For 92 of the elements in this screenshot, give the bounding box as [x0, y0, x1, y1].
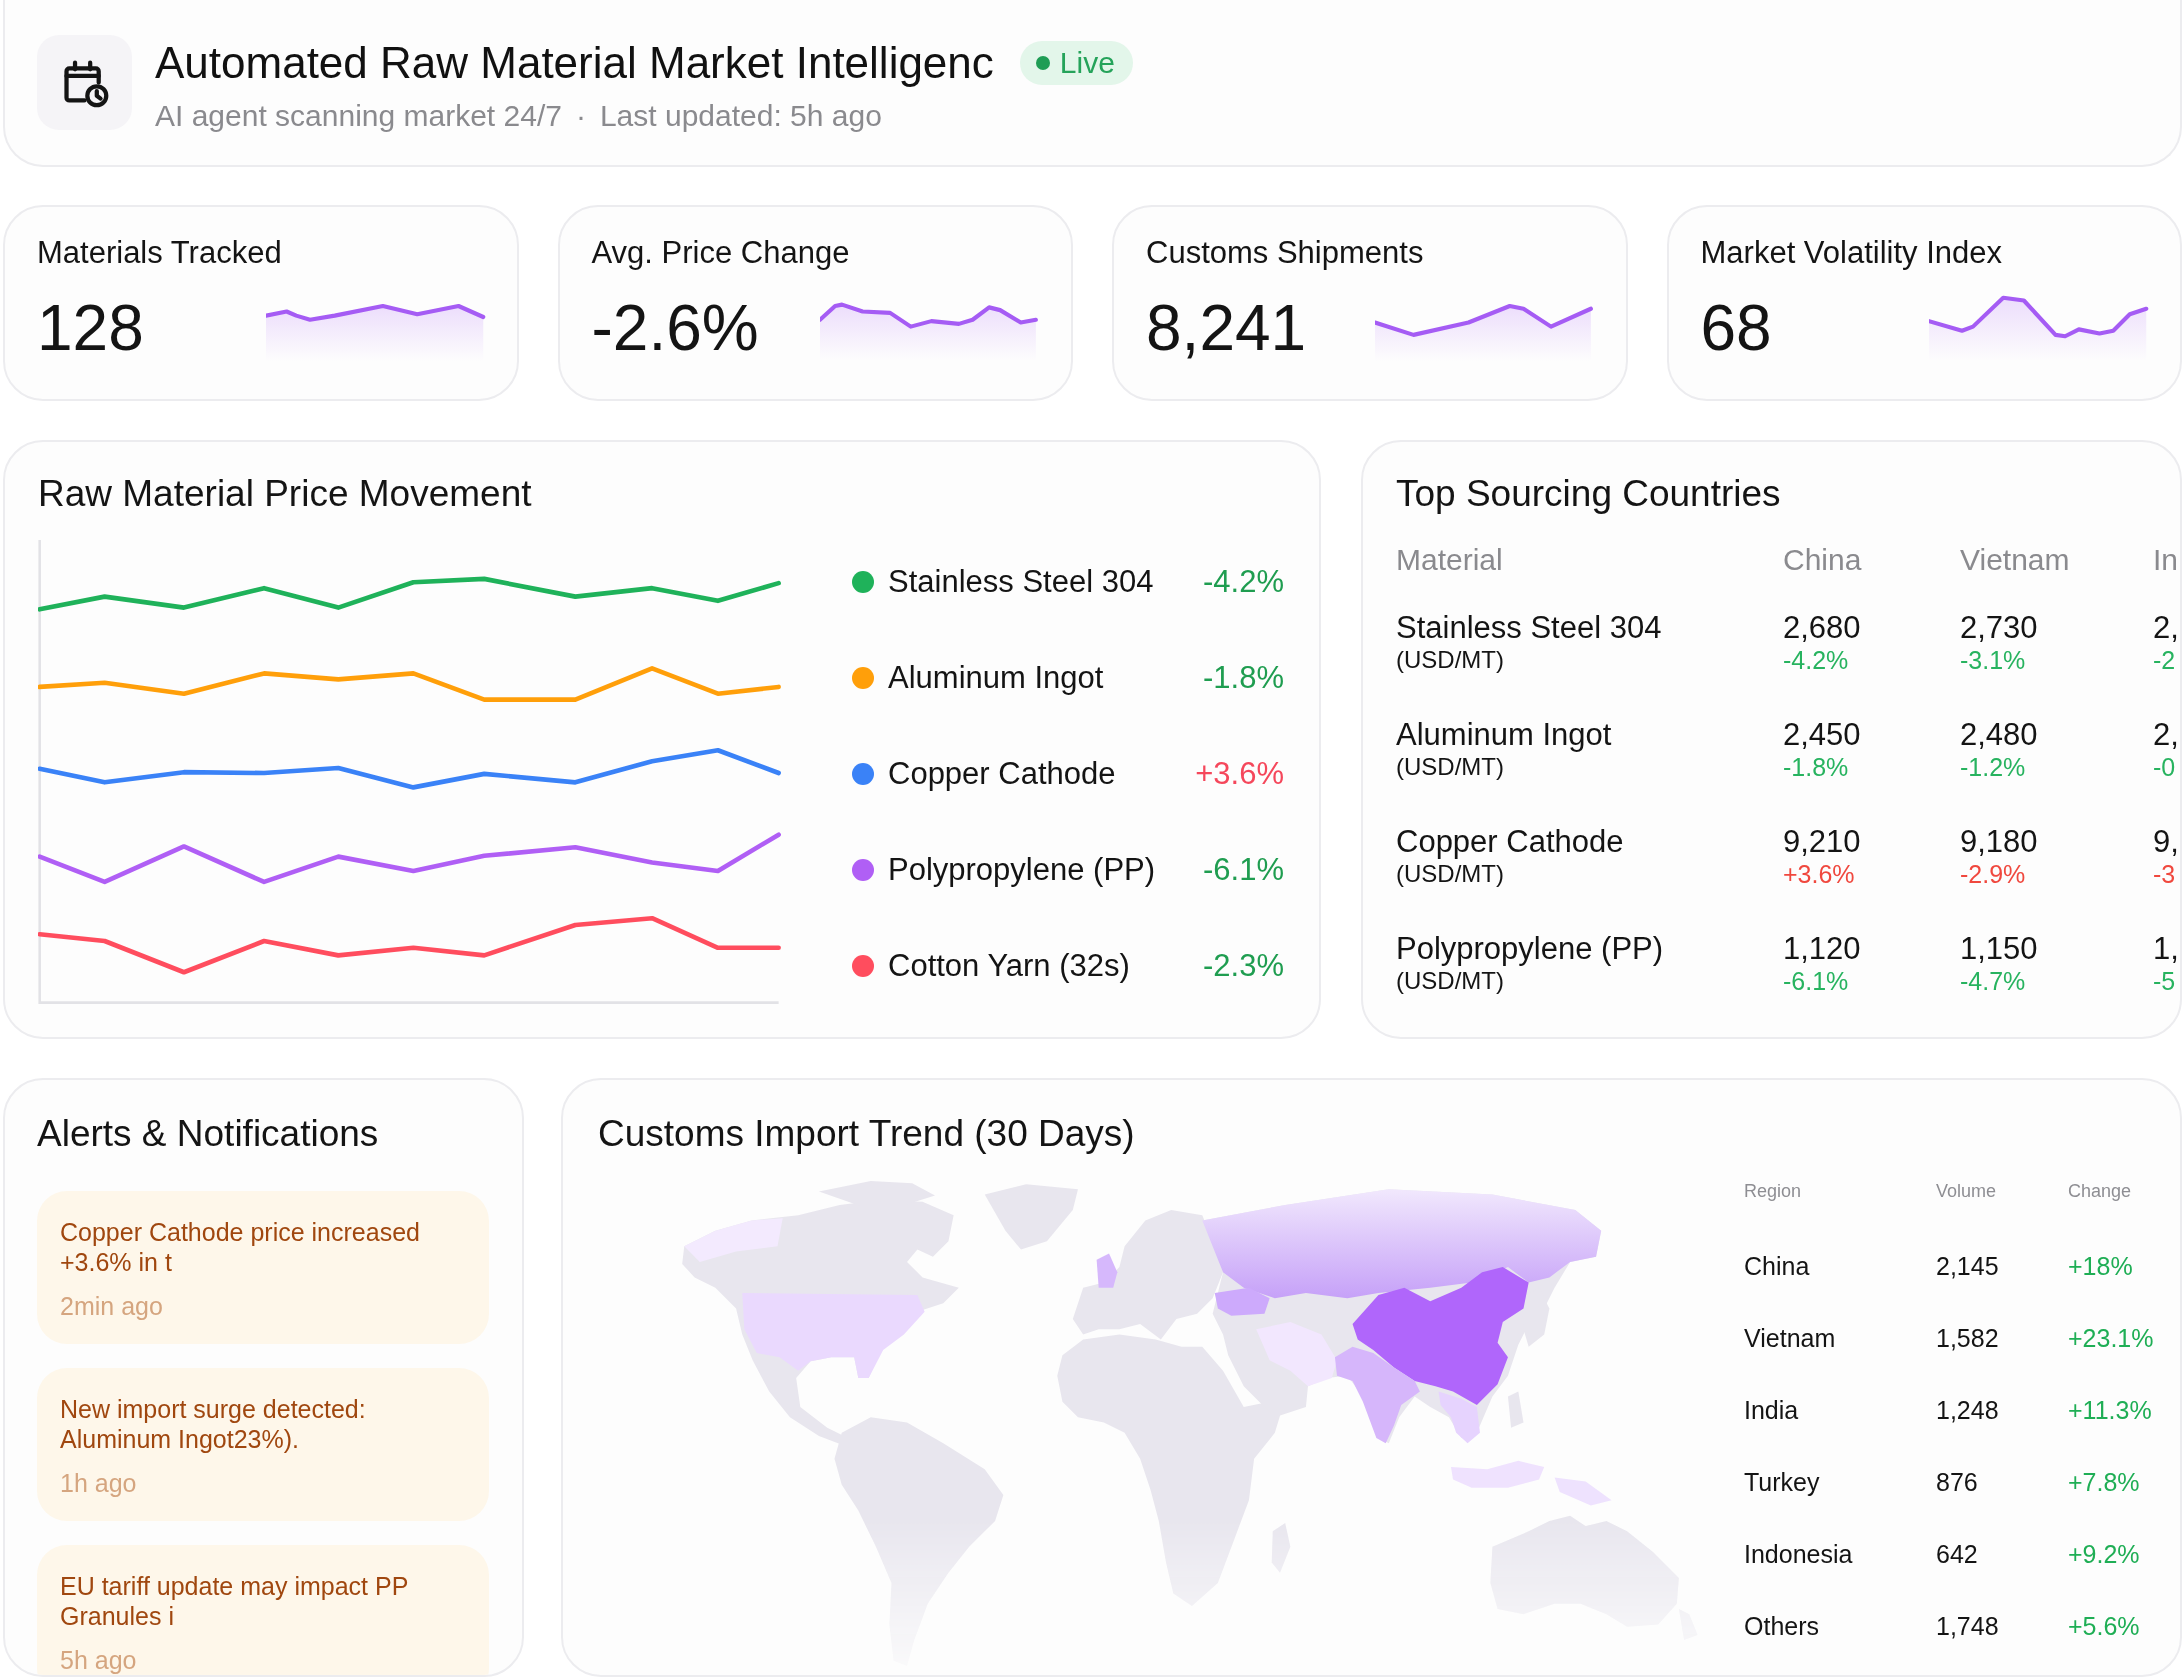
- change-value: +5.6%: [2068, 1611, 2140, 1641]
- price-change: -5: [2153, 967, 2176, 995]
- price-change: -4.2%: [1783, 646, 1849, 674]
- column-header: In: [2153, 542, 2179, 578]
- price-value: 9,: [2153, 824, 2179, 860]
- price-value: 9,180: [1960, 824, 2038, 860]
- volume-value: 2,145: [1936, 1251, 2000, 1281]
- change-value: +7.8%: [2068, 1467, 2140, 1497]
- price-change: -1.8%: [1783, 753, 1849, 781]
- alert-time: 1h ago: [60, 1468, 138, 1498]
- price-value: 2,730: [1960, 610, 2038, 646]
- price-value: 1,: [2153, 931, 2179, 967]
- legend-change: -4.2%: [1203, 564, 1284, 600]
- stat-label: Avg. Price Change: [591, 235, 851, 271]
- region-name: Vietnam: [1744, 1323, 1837, 1353]
- legend-change: -2.3%: [1203, 948, 1284, 984]
- unit-label: (USD/MT): [1396, 646, 1504, 674]
- column-header: China: [1783, 542, 1863, 578]
- column-header: Change: [2068, 1180, 2132, 1203]
- legend-change: +3.6%: [1195, 756, 1284, 792]
- region-name: Indonesia: [1744, 1539, 1854, 1569]
- region-name: China: [1744, 1251, 1811, 1281]
- legend-label: Polypropylene (PP): [888, 852, 1157, 888]
- price-change: -6.1%: [1783, 967, 1849, 995]
- price-change: -0: [2153, 753, 2176, 781]
- price-change: -2.9%: [1960, 860, 2026, 888]
- legend-label: Aluminum Ingot: [888, 660, 1105, 696]
- alert-time: 2min ago: [60, 1291, 164, 1321]
- column-header: Volume: [1936, 1180, 1998, 1203]
- legend-change: -6.1%: [1203, 852, 1284, 888]
- unit-label: (USD/MT): [1396, 967, 1504, 995]
- stat-value: -2.6%: [591, 291, 759, 365]
- stat-value: 8,241: [1146, 291, 1307, 365]
- price-value: 2,: [2153, 717, 2179, 753]
- last-updated-text: Last updated: 5h ago: [599, 97, 882, 134]
- panel-title: Raw Material Price Movement: [38, 472, 533, 516]
- volume-value: 876: [1936, 1467, 1979, 1497]
- region-name: Turkey: [1744, 1467, 1821, 1497]
- price-value: 2,450: [1783, 717, 1861, 753]
- column-header: Vietnam: [1960, 542, 2071, 578]
- panel-title: Alerts & Notifications: [37, 1112, 380, 1156]
- price-value: 1,120: [1783, 931, 1861, 967]
- status-dot-icon: [1035, 55, 1050, 70]
- legend-label: Stainless Steel 304: [888, 564, 1155, 600]
- price-value: 9,210: [1783, 824, 1861, 860]
- stat-value: 68: [1700, 291, 1772, 365]
- alert-message: Copper Cathode price increased +3.6% in t: [60, 1217, 421, 1277]
- region-name: Others: [1744, 1611, 1821, 1641]
- price-change: -3.1%: [1960, 646, 2026, 674]
- alert-message: New import surge detected: Aluminum Ingot23%).: [60, 1394, 367, 1454]
- page-subtitle: AI agent scanning market 24/7: [155, 97, 562, 134]
- page-title: Automated Raw Material Market Intelligenc: [155, 36, 994, 89]
- volume-value: 1,748: [1936, 1611, 2000, 1641]
- stat-label: Market Volatility Index: [1700, 235, 2004, 271]
- region-name: India: [1744, 1395, 1800, 1425]
- column-header: Region: [1744, 1180, 1803, 1203]
- material-name: Aluminum Ingot: [1396, 717, 1612, 753]
- volume-value: 1,248: [1936, 1395, 2000, 1425]
- legend-label: Cotton Yarn (32s): [888, 948, 1131, 984]
- price-value: 2,480: [1960, 717, 2038, 753]
- price-value: 2,680: [1783, 610, 1861, 646]
- price-change: -1.2%: [1960, 753, 2026, 781]
- panel-title: Top Sourcing Countries: [1396, 472, 1782, 516]
- material-name: Polypropylene (PP): [1396, 931, 1664, 967]
- unit-label: (USD/MT): [1396, 753, 1504, 781]
- price-change: -4.7%: [1960, 967, 2026, 995]
- alert-time: 5h ago: [60, 1645, 138, 1675]
- column-header: Material: [1396, 542, 1504, 578]
- alert-message: EU tariff update may impact PP Granules i: [60, 1571, 409, 1631]
- stat-label: Materials Tracked: [37, 235, 283, 271]
- material-name: Copper Cathode: [1396, 824, 1624, 860]
- change-value: +18%: [2068, 1251, 2133, 1281]
- unit-label: (USD/MT): [1396, 860, 1504, 888]
- change-value: +23.1%: [2068, 1323, 2154, 1353]
- price-value: 2,: [2153, 610, 2179, 646]
- calendar-clock-icon: [37, 35, 132, 130]
- status-label: Live: [1059, 44, 1115, 81]
- legend-label: Copper Cathode: [888, 756, 1117, 792]
- legend-change: -1.8%: [1203, 660, 1284, 696]
- material-name: Stainless Steel 304: [1396, 610, 1662, 646]
- change-value: +11.3%: [2068, 1395, 2152, 1425]
- price-change: +3.6%: [1783, 860, 1855, 888]
- price-value: 1,150: [1960, 931, 2038, 967]
- volume-value: 642: [1936, 1539, 1979, 1569]
- change-value: +9.2%: [2068, 1539, 2140, 1569]
- panel-title: Customs Import Trend (30 Days): [598, 1112, 1136, 1156]
- volume-value: 1,582: [1936, 1323, 2000, 1353]
- stat-value: 128: [37, 291, 144, 365]
- subtitle-separator: ·: [575, 97, 586, 134]
- stat-label: Customs Shipments: [1146, 235, 1425, 271]
- price-change: -2: [2153, 646, 2176, 674]
- price-change: -3: [2153, 860, 2176, 888]
